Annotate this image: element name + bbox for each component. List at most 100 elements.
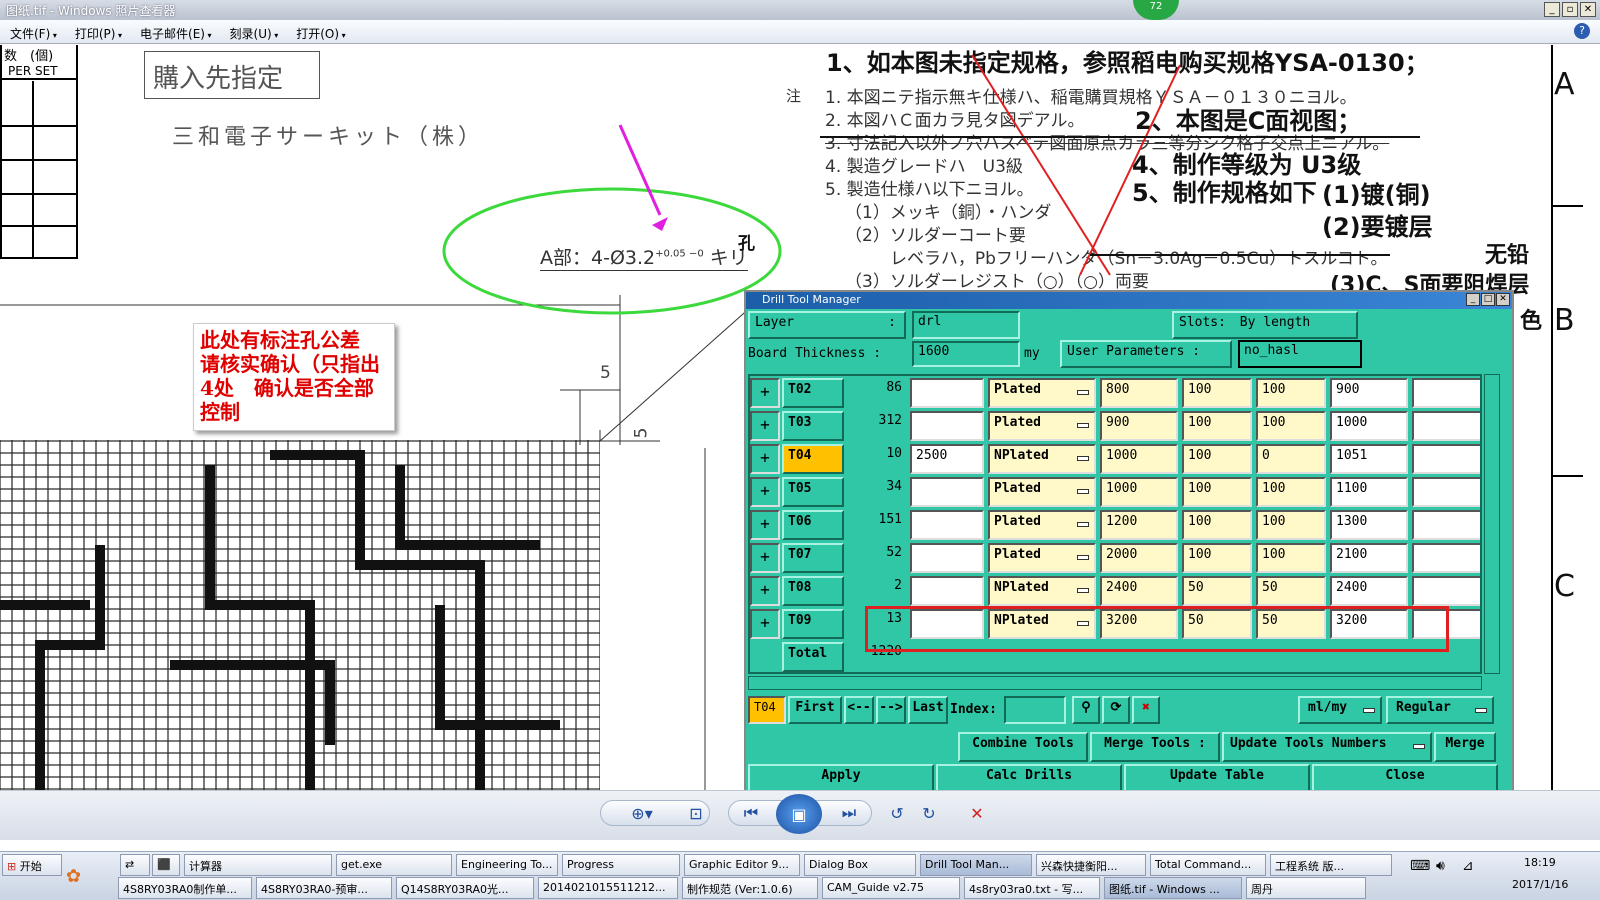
taskbar-button[interactable]: get.exe [336, 854, 452, 876]
start-button[interactable]: ⊞ 开始 [2, 854, 62, 876]
rotate-left-icon[interactable]: ↺ [882, 799, 912, 827]
update-tools-numbers-dropdown[interactable]: Update Tools Numbers [1222, 732, 1432, 762]
close-button[interactable]: Close [1312, 764, 1498, 792]
dialog-maximize-button[interactable]: □ [1481, 293, 1495, 306]
tool-name-cell[interactable]: T05 [782, 477, 844, 507]
tool-param-c4-field[interactable]: 2100 [1330, 543, 1408, 573]
tool-name-cell[interactable]: T06 [782, 510, 844, 540]
taskbar-button[interactable]: 4s8ry03ra0.txt - 写... [964, 877, 1100, 899]
next-button[interactable]: --> [876, 696, 906, 724]
help-icon[interactable]: ? [1574, 23, 1590, 39]
board-thickness-field[interactable]: 1600 [912, 341, 1020, 367]
menu-email[interactable]: 电子邮件(E) [140, 25, 212, 41]
taskbar-button[interactable]: 图纸.tif - Windows ... [1104, 877, 1242, 899]
expand-row-icon[interactable]: + [750, 609, 780, 639]
units-dropdown[interactable]: ml/my [1298, 696, 1382, 724]
expand-row-icon[interactable]: + [750, 378, 780, 408]
refresh-icon[interactable]: ⟳ [1102, 696, 1130, 724]
finish-size-field[interactable] [910, 576, 984, 606]
dialog-close-button[interactable]: ✕ [1496, 293, 1510, 306]
vertical-scrollbar[interactable] [1484, 374, 1500, 674]
taskbar-button[interactable]: 工程系统 版... [1270, 854, 1392, 876]
tool-param-c1-field[interactable]: 2400 [1100, 576, 1178, 606]
calc-drills-button[interactable]: Calc Drills [936, 764, 1122, 792]
tool-param-c3-field[interactable]: 100 [1256, 411, 1326, 441]
delete-icon[interactable]: ✖ [1132, 696, 1160, 724]
expand-row-icon[interactable]: + [750, 543, 780, 573]
tool-name-cell[interactable]: T04 [782, 444, 844, 474]
extra-field[interactable] [1412, 378, 1480, 408]
taskbar-button[interactable]: Progress [562, 854, 680, 876]
plating-type-dropdown[interactable]: Plated [988, 411, 1096, 441]
rotate-right-icon[interactable]: ↻ [914, 799, 944, 827]
tool-param-c4-field[interactable]: 1300 [1330, 510, 1408, 540]
taskbar-button[interactable]: Drill Tool Man... [920, 854, 1032, 876]
search-icon[interactable]: ⚲ [1072, 696, 1100, 724]
finish-size-field[interactable] [910, 411, 984, 441]
close-window-button[interactable]: ✕ [1580, 2, 1596, 17]
finish-size-field[interactable] [910, 378, 984, 408]
slots-selector[interactable]: Slots: By length [1172, 311, 1358, 339]
taskbar-button[interactable]: Total Command... [1150, 854, 1266, 876]
extra-field[interactable] [1412, 444, 1480, 474]
tool-param-c3-field[interactable]: 100 [1256, 543, 1326, 573]
tray-icon[interactable]: ⌨ [1410, 858, 1430, 874]
last-button[interactable]: Last [908, 696, 948, 724]
zoom-icon[interactable]: ⊕▾ [622, 799, 662, 827]
tool-name-cell[interactable]: T09 [782, 609, 844, 639]
layer-field[interactable]: drl [912, 311, 1020, 339]
tool-param-c4-field[interactable]: 2400 [1330, 576, 1408, 606]
extra-field[interactable] [1412, 543, 1480, 573]
tool-param-c3-field[interactable]: 100 [1256, 378, 1326, 408]
taskbar-button[interactable]: 计算器 [184, 854, 332, 876]
tool-param-c3-field[interactable]: 100 [1256, 477, 1326, 507]
expand-row-icon[interactable]: + [750, 510, 780, 540]
tray-network-icon[interactable]: ⊿ [1462, 858, 1474, 874]
tool-param-c1-field[interactable]: 1000 [1100, 444, 1178, 474]
tool-param-c1-field[interactable]: 1000 [1100, 477, 1178, 507]
tool-param-c3-field[interactable]: 50 [1256, 576, 1326, 606]
tool-param-c2-field[interactable]: 50 [1182, 576, 1252, 606]
finish-size-field[interactable] [910, 477, 984, 507]
apply-button[interactable]: Apply [748, 764, 934, 792]
plating-type-dropdown[interactable]: Plated [988, 477, 1096, 507]
finish-size-field[interactable]: 2500 [910, 444, 984, 474]
taskbar-button[interactable]: 兴森快捷衡阳... [1036, 854, 1146, 876]
tool-param-c4-field[interactable]: 1100 [1330, 477, 1408, 507]
tray-volume-icon[interactable]: 🔊︎ [1436, 858, 1445, 874]
menu-open[interactable]: 打开(O) [296, 25, 345, 41]
tool-param-c2-field[interactable]: 100 [1182, 510, 1252, 540]
next-image-icon[interactable]: ⏭ [834, 799, 864, 827]
update-table-button[interactable]: Update Table [1124, 764, 1310, 792]
tool-param-c1-field[interactable]: 800 [1100, 378, 1178, 408]
taskbar-button[interactable]: 制作规范 (Ver:1.0.6) [682, 877, 818, 899]
plating-type-dropdown[interactable]: Plated [988, 543, 1096, 573]
taskbar-button[interactable]: Graphic Editor 9... [684, 854, 800, 876]
previous-image-icon[interactable]: ⏮ [736, 799, 766, 827]
prev-button[interactable]: <-- [844, 696, 874, 724]
slideshow-icon[interactable]: ▣ [776, 794, 822, 834]
taskbar-button[interactable]: 周丹 [1246, 877, 1366, 899]
quicklaunch-icon[interactable]: ✿ [66, 866, 81, 887]
plating-type-dropdown[interactable]: NPlated [988, 444, 1096, 474]
menu-burn[interactable]: 刻录(U) [230, 25, 279, 41]
tool-param-c1-field[interactable]: 2000 [1100, 543, 1178, 573]
tool-param-c3-field[interactable]: 100 [1256, 510, 1326, 540]
tool-param-c4-field[interactable]: 1051 [1330, 444, 1408, 474]
delete-image-icon[interactable]: ✕ [962, 799, 992, 827]
taskbar-button[interactable]: Dialog Box [804, 854, 916, 876]
horizontal-scrollbar[interactable] [748, 676, 1482, 690]
tool-param-c2-field[interactable]: 100 [1182, 378, 1252, 408]
combine-tools-button[interactable]: Combine Tools [958, 732, 1088, 762]
mode-dropdown[interactable]: Regular [1386, 696, 1494, 724]
menu-file[interactable]: 文件(F) [10, 25, 57, 41]
tool-param-c2-field[interactable]: 100 [1182, 411, 1252, 441]
tool-name-cell[interactable]: T02 [782, 378, 844, 408]
tool-param-c4-field[interactable]: 1000 [1330, 411, 1408, 441]
taskbar-button[interactable]: 2014021015511212... [538, 877, 678, 899]
pdf-icon[interactable]: ⬛ [152, 854, 180, 876]
dialog-minimize-button[interactable]: _ [1466, 293, 1480, 306]
tool-param-c2-field[interactable]: 100 [1182, 444, 1252, 474]
restore-button[interactable]: ▫ [1562, 2, 1578, 17]
first-button[interactable]: First [788, 696, 842, 724]
